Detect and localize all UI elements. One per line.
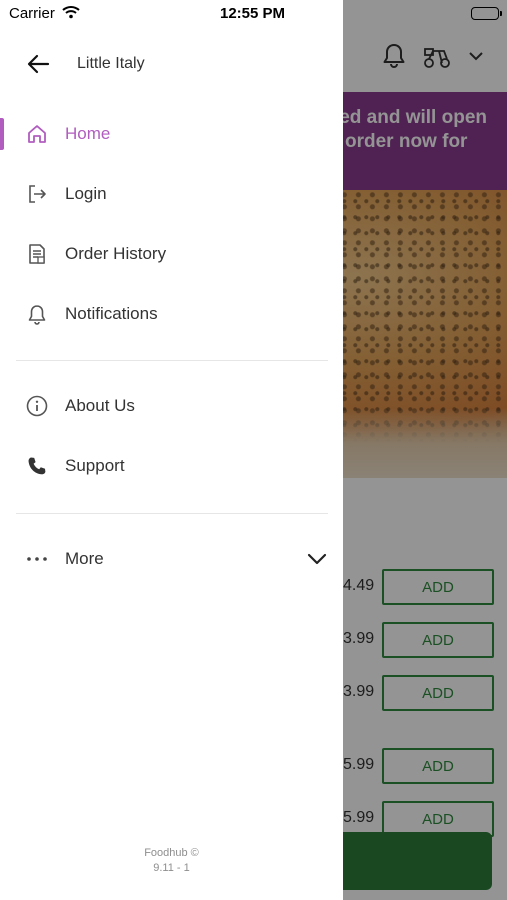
phone-icon	[26, 455, 48, 477]
copyright-text: Foodhub ©	[144, 847, 199, 859]
navigation-drawer: Little Italy Home Login Order History No…	[0, 0, 343, 900]
version-text: 9.11 - 1	[153, 862, 190, 874]
drawer-item-label: Notifications	[65, 304, 158, 323]
arrow-left-icon	[22, 54, 56, 82]
drawer-item-about-us[interactable]: About Us	[0, 376, 343, 436]
drawer-footer: Foodhub © 9.11 - 1	[0, 846, 343, 876]
receipt-icon	[26, 243, 48, 265]
carrier-label: Carrier	[9, 5, 55, 22]
drawer-item-support[interactable]: Support	[0, 436, 343, 496]
drawer-item-more[interactable]: More	[0, 529, 343, 589]
login-icon	[26, 183, 48, 205]
drawer-item-label: More	[65, 549, 104, 568]
drawer-item-home[interactable]: Home	[0, 104, 343, 164]
home-icon	[26, 123, 48, 145]
bell-icon	[26, 303, 48, 325]
drawer-item-label: Support	[65, 456, 125, 475]
status-bar: Carrier 12:55 PM	[0, 0, 507, 28]
wifi-icon	[62, 5, 80, 24]
chevron-down-icon[interactable]	[306, 548, 328, 570]
drawer-header: Little Italy	[0, 40, 343, 86]
divider	[16, 360, 328, 361]
drawer-item-label: Order History	[65, 244, 167, 263]
status-time: 12:55 PM	[220, 5, 286, 22]
ellipsis-icon	[26, 548, 48, 570]
battery-icon	[471, 7, 502, 20]
drawer-item-label: Home	[65, 124, 111, 143]
dim-overlay[interactable]	[343, 0, 507, 900]
drawer-item-label: Login	[65, 184, 107, 203]
drawer-item-label: About Us	[65, 396, 135, 415]
drawer-item-notifications[interactable]: Notifications	[0, 284, 343, 344]
drawer-item-order-history[interactable]: Order History	[0, 224, 343, 284]
active-indicator	[0, 118, 4, 150]
back-button[interactable]	[22, 50, 56, 78]
restaurant-name: Little Italy	[77, 55, 145, 72]
divider	[16, 513, 328, 514]
info-icon	[26, 395, 48, 417]
drawer-item-login[interactable]: Login	[0, 164, 343, 224]
